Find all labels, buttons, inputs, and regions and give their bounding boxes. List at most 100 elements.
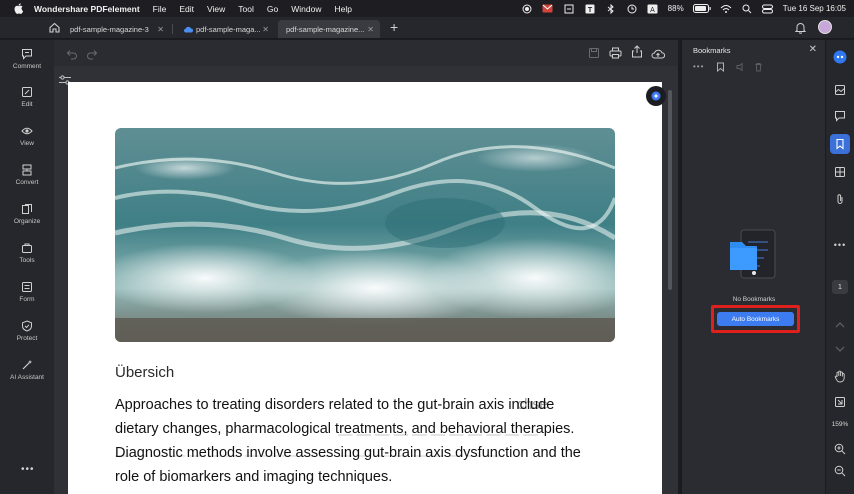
menubar-clock[interactable]: Tue 16 Sep 16:05	[783, 4, 846, 13]
menu-help[interactable]: Help	[334, 4, 351, 14]
cloud-icon	[183, 26, 193, 33]
rail-label: Protect	[16, 335, 38, 342]
cloud-upload-icon[interactable]	[651, 46, 666, 64]
record-icon[interactable]	[521, 3, 533, 15]
thumbnail-icon[interactable]	[826, 84, 854, 96]
bookmarks-panel: Bookmarks ✕ ••• No Bookmarks Auto Bookma…	[681, 40, 825, 494]
rail-form[interactable]: Form	[0, 281, 54, 304]
bookmark-panel-icon[interactable]	[826, 138, 854, 150]
add-bookmark-icon[interactable]	[716, 62, 725, 74]
delete-bookmark-icon[interactable]	[754, 62, 763, 74]
hand-tool-icon[interactable]	[826, 370, 854, 383]
auto-bookmarks-button[interactable]: Auto Bookmarks	[717, 312, 794, 326]
paragraph-line: Approaches to treating disorders related…	[115, 397, 555, 413]
apple-icon[interactable]	[12, 3, 24, 15]
print-icon[interactable]	[609, 46, 622, 64]
fit-page-icon[interactable]	[826, 396, 854, 408]
status-area: T A 88% Tue 16 Sep 16:05	[521, 0, 846, 17]
rail-organize[interactable]: Organize	[0, 203, 54, 226]
app-name-menu[interactable]: Wondershare PDFelement	[34, 4, 140, 14]
rail-label: Tools	[19, 257, 35, 264]
pdf-page[interactable]: Übersich chse — — — — — — — — — — — — — …	[68, 82, 662, 494]
tab-pdf-sample-magazine-cloud[interactable]: pdf-sample-maga... ✕	[175, 20, 275, 38]
menu-go[interactable]: Go	[267, 4, 278, 14]
share-icon[interactable]	[631, 45, 643, 63]
menu-tool[interactable]: Tool	[238, 4, 254, 14]
home-icon[interactable]	[48, 21, 61, 39]
ai-assistant-rail-icon[interactable]	[826, 50, 854, 64]
rail-label: Comment	[12, 63, 42, 70]
attachment-icon[interactable]	[826, 193, 854, 205]
ai-floating-button[interactable]	[646, 86, 666, 106]
empty-bookmarks-illustration	[724, 226, 782, 289]
control-center-icon[interactable]	[762, 3, 774, 15]
zoom-level[interactable]: 159%	[826, 421, 854, 428]
organize-icon	[22, 204, 32, 214]
wifi-icon[interactable]	[720, 3, 732, 15]
menu-edit[interactable]: Edit	[179, 4, 194, 14]
save-icon[interactable]	[588, 46, 600, 64]
zoom-out-icon[interactable]	[826, 465, 854, 477]
menu-window[interactable]: Window	[291, 4, 321, 14]
bookmark-properties-icon[interactable]	[736, 62, 745, 74]
document-scrollbar[interactable]	[668, 90, 672, 290]
bluetooth-icon[interactable]	[605, 3, 617, 15]
menu-file[interactable]: File	[153, 4, 167, 14]
gmail-icon[interactable]	[542, 3, 554, 15]
spotlight-search-icon[interactable]	[741, 3, 753, 15]
svg-text:T: T	[588, 7, 593, 14]
rail-label: AI Assistant	[10, 374, 44, 381]
tab-bar: pdf-sample-magazine-3 ✕ pdf-sample-maga.…	[0, 17, 854, 39]
rail-label: Form	[19, 296, 35, 303]
clock-icon[interactable]	[626, 3, 638, 15]
comment-icon	[22, 49, 32, 60]
protect-icon	[22, 320, 32, 332]
close-tab-icon[interactable]: ✕	[367, 25, 374, 34]
rail-comment[interactable]: Comment	[0, 48, 54, 71]
scanner-icon[interactable]	[563, 3, 575, 15]
chevron-up-icon[interactable]	[826, 322, 854, 328]
close-tab-icon[interactable]: ✕	[157, 25, 164, 34]
menu-view[interactable]: View	[207, 4, 225, 14]
redo-icon[interactable]	[86, 47, 98, 65]
svg-text:A: A	[650, 7, 655, 14]
more-options-icon[interactable]: •••	[693, 62, 704, 71]
no-bookmarks-text: No Bookmarks	[732, 296, 776, 303]
ocean-wave-image	[115, 128, 615, 342]
chevron-down-icon[interactable]	[826, 346, 854, 352]
convert-icon	[22, 164, 32, 176]
form-fields-icon[interactable]	[826, 166, 854, 178]
rail-label: Organize	[13, 218, 41, 225]
zoom-in-icon[interactable]	[826, 443, 854, 455]
tab-pdf-sample-magazine-active[interactable]: pdf-sample-magazine... ✕	[278, 20, 380, 38]
rail-view[interactable]: View	[0, 125, 54, 148]
text-tool-icon[interactable]: T	[584, 3, 596, 15]
edit-icon	[22, 87, 32, 97]
rail-convert[interactable]: Convert	[0, 164, 54, 187]
new-tab-icon[interactable]: +	[390, 19, 398, 35]
more-options-icon[interactable]: •••	[826, 240, 854, 250]
battery-percent: 88%	[667, 4, 684, 13]
rail-protect[interactable]: Protect	[0, 320, 54, 343]
page-number[interactable]: 1	[832, 280, 848, 294]
rail-edit[interactable]: Edit	[0, 86, 54, 109]
paragraph-line: Diagnostic methods involve assessing gut…	[115, 445, 581, 461]
rail-tools[interactable]: Tools	[0, 242, 54, 265]
rail-ai-assistant[interactable]: AI Assistant	[0, 359, 54, 382]
close-panel-icon[interactable]: ✕	[809, 44, 817, 55]
undo-icon[interactable]	[66, 47, 78, 65]
section-heading: Übersich	[115, 364, 175, 381]
tab-pdf-sample-magazine-3[interactable]: pdf-sample-magazine-3 ✕	[62, 20, 170, 38]
battery-icon[interactable]	[692, 3, 711, 15]
user-avatar[interactable]	[818, 20, 832, 34]
more-options-icon[interactable]: •••	[21, 464, 35, 475]
paragraph-line: role of biomarkers and imaging technique…	[115, 469, 393, 485]
rail-label: Convert	[15, 179, 39, 186]
bookmarks-title: Bookmarks	[693, 46, 731, 55]
close-tab-icon[interactable]: ✕	[262, 25, 269, 34]
keyboard-a-icon[interactable]: A	[647, 3, 659, 15]
comment-panel-icon[interactable]	[826, 110, 854, 122]
notification-bell-icon[interactable]	[794, 21, 807, 39]
menu-bar: Wondershare PDFelement File Edit View To…	[0, 0, 854, 17]
right-tool-rail: ••• 1 159%	[826, 40, 854, 494]
